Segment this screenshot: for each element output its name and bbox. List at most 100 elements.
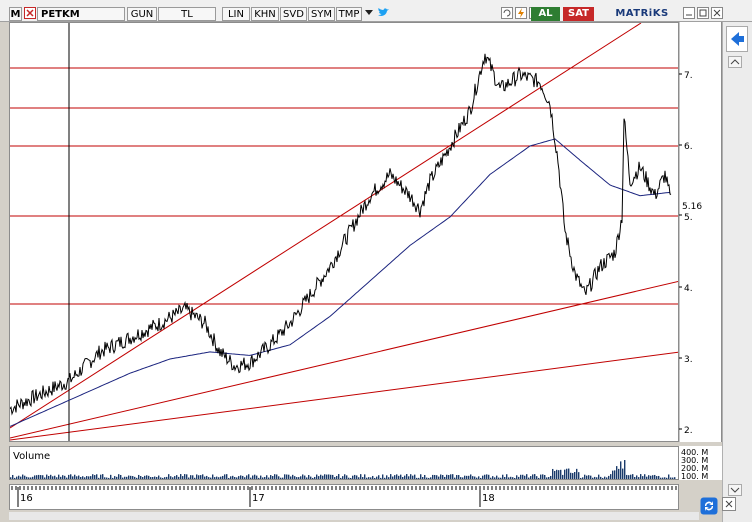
- volume-bar: [64, 475, 66, 479]
- year-label-18: 18: [482, 493, 495, 504]
- volume-bar: [528, 477, 530, 479]
- volume-bar: [426, 477, 428, 479]
- trend-line-mid[interactable]: [10, 280, 679, 439]
- volume-bar: [296, 477, 298, 479]
- volume-bar: [452, 474, 454, 479]
- back-button[interactable]: [726, 26, 748, 52]
- volume-bar: [22, 474, 24, 479]
- volume-bar: [434, 474, 436, 479]
- volume-bar: [546, 477, 548, 479]
- time-axis: 16 17 18: [9, 484, 679, 510]
- volume-bar: [278, 476, 280, 479]
- volume-bar: [308, 474, 310, 479]
- scale-button[interactable]: LIN: [222, 7, 250, 21]
- volume-bar: [524, 475, 526, 479]
- dropdown-chevron-icon[interactable]: [363, 7, 375, 21]
- volume-bar: [324, 474, 326, 479]
- volume-bar: [170, 476, 172, 479]
- price-axis: 7. 6. 5. 4. 3. 2. 5.16: [678, 22, 722, 442]
- close-symbol-icon[interactable]: [24, 7, 36, 21]
- minimize-icon[interactable]: [683, 7, 695, 21]
- volume-bar: [42, 475, 44, 479]
- symbol-field[interactable]: PETKM: [37, 7, 125, 21]
- volume-bar: [506, 474, 508, 479]
- volume-bar: [300, 476, 302, 479]
- volume-bar: [478, 476, 480, 479]
- trend-line-low[interactable]: [10, 351, 679, 441]
- volume-bar: [412, 475, 414, 479]
- volume-bar: [116, 476, 118, 479]
- period-button[interactable]: GUN: [127, 7, 157, 21]
- volume-bar: [420, 474, 422, 479]
- volume-bar: [84, 477, 86, 479]
- volume-bar: [390, 474, 392, 479]
- volume-bar: [628, 475, 630, 479]
- volume-bar: [392, 476, 394, 479]
- scroll-down-button[interactable]: [728, 484, 742, 496]
- volume-bar: [404, 475, 406, 479]
- maximize-icon[interactable]: [697, 7, 709, 21]
- volume-bar: [62, 475, 64, 479]
- volume-bar: [136, 477, 138, 479]
- close-icon[interactable]: [711, 7, 723, 21]
- sell-button[interactable]: SAT: [563, 7, 594, 21]
- scroll-up-button[interactable]: [728, 56, 742, 68]
- volume-bar: [208, 477, 210, 479]
- volume-chart[interactable]: Volume: [9, 446, 679, 480]
- volume-bar: [104, 477, 106, 479]
- refresh-icon[interactable]: [501, 7, 513, 21]
- volume-bar: [600, 476, 602, 479]
- volume-bar: [624, 460, 626, 479]
- volume-bar: [92, 474, 94, 479]
- volume-bar: [654, 474, 656, 479]
- currency-button[interactable]: TL: [158, 7, 216, 21]
- volume-bar: [354, 474, 356, 479]
- khn-button[interactable]: KHN: [251, 7, 279, 21]
- volume-bar: [556, 469, 558, 479]
- close-panel-icon[interactable]: [722, 497, 736, 511]
- sym-button[interactable]: SYM: [308, 7, 335, 21]
- price-chart[interactable]: [9, 22, 679, 442]
- volume-bar: [658, 475, 660, 479]
- horizontal-scrollbar[interactable]: [9, 512, 699, 520]
- volume-bar: [88, 476, 90, 479]
- volume-bar: [604, 476, 606, 479]
- volume-bar: [522, 474, 524, 479]
- volume-bar: [350, 477, 352, 479]
- volume-bar: [310, 476, 312, 479]
- volume-bar: [158, 475, 160, 479]
- sync-icon[interactable]: [700, 497, 718, 515]
- svd-button[interactable]: SVD: [280, 7, 307, 21]
- volume-bar: [306, 477, 308, 479]
- volume-bar: [142, 477, 144, 479]
- volume-bar: [132, 476, 134, 479]
- buy-button[interactable]: AL: [531, 7, 560, 21]
- volume-bar: [576, 468, 578, 479]
- volume-bar: [646, 476, 648, 479]
- volume-bar: [122, 477, 124, 479]
- tmp-button[interactable]: TMP: [336, 7, 362, 21]
- volume-bar: [166, 476, 168, 479]
- volume-bar: [554, 470, 556, 479]
- volume-bar: [476, 477, 478, 479]
- volume-bar: [360, 474, 362, 479]
- volume-bar: [672, 477, 674, 479]
- volume-bar: [336, 475, 338, 479]
- volume-bar: [386, 475, 388, 479]
- trend-line-steep[interactable]: [10, 23, 642, 429]
- volume-bar: [328, 474, 330, 479]
- volume-bar: [486, 474, 488, 479]
- volume-bar: [40, 475, 42, 479]
- volume-bar: [30, 477, 32, 479]
- volume-bar: [650, 475, 652, 479]
- volume-bar: [312, 477, 314, 479]
- year-label-16: 16: [20, 493, 33, 504]
- volume-bar: [338, 474, 340, 479]
- volume-bar: [402, 476, 404, 479]
- bolt-icon[interactable]: [515, 7, 527, 21]
- bird-icon[interactable]: [376, 7, 390, 21]
- brand-logo: MATRiKS: [615, 8, 669, 19]
- volume-bar: [326, 474, 328, 479]
- volume-bar: [190, 475, 192, 479]
- menu-button[interactable]: M: [9, 7, 22, 21]
